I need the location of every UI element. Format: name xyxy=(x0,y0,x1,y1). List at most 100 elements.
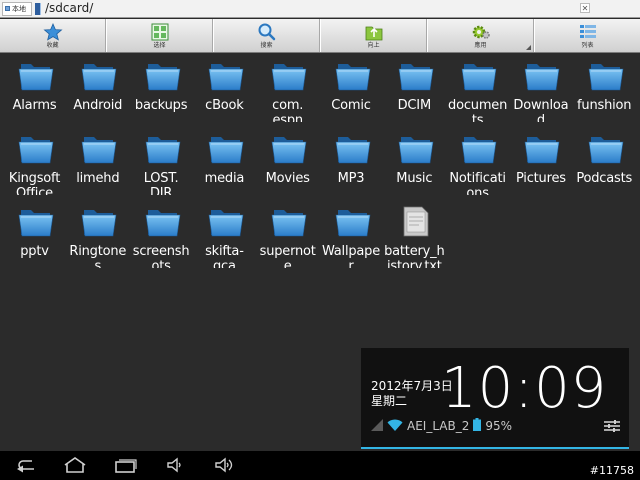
file-name: Wallpape r xyxy=(321,244,381,268)
file-name: DCIM xyxy=(397,98,432,113)
folder-icon xyxy=(525,64,560,91)
file-name: Android xyxy=(73,98,123,113)
folder-icon xyxy=(145,64,180,91)
folder-icon xyxy=(271,210,307,237)
folder-item[interactable]: cBook xyxy=(193,55,256,123)
list-view-button[interactable]: 列表 xyxy=(534,19,640,52)
file-name: Podcasts xyxy=(576,171,633,186)
folder-icon xyxy=(271,137,307,164)
folder-icon xyxy=(335,137,370,164)
volume-up-icon[interactable] xyxy=(214,456,236,474)
folder-icon xyxy=(588,64,624,91)
file-manager-screen: 本地 /sdcard/ ✕ 收藏 选择 搜索 向上 應用 列表 Alarms A… xyxy=(0,0,640,480)
folder-icon xyxy=(335,64,370,91)
file-name: media xyxy=(204,171,245,186)
folder-item[interactable]: funshion xyxy=(573,55,636,123)
folder-item[interactable]: backups xyxy=(130,55,193,123)
list-view-label: 列表 xyxy=(581,41,594,49)
favorites-button[interactable]: 收藏 xyxy=(0,19,106,52)
file-name: funshion xyxy=(577,98,632,113)
file-name: pptv xyxy=(20,244,49,259)
watermark-tag: #11758 xyxy=(589,464,634,477)
folder-item[interactable]: com. espn xyxy=(256,55,319,123)
folder-item[interactable]: LOST. DIR xyxy=(130,128,193,196)
address-bar: 本地 /sdcard/ ✕ xyxy=(0,0,640,18)
search-label: 搜索 xyxy=(260,41,273,49)
folder-item[interactable]: Comic xyxy=(320,55,383,123)
list-view-icon xyxy=(579,24,596,38)
system-navigation-bar: #11758 xyxy=(0,451,640,480)
folder-item[interactable]: pptv xyxy=(3,201,66,269)
file-name: backups xyxy=(134,98,188,113)
folder-item[interactable]: screensh ots xyxy=(130,201,193,269)
apps-gear-icon xyxy=(472,25,490,39)
file-name: Kingsoft Office xyxy=(8,171,61,195)
folder-icon xyxy=(208,210,244,237)
search-icon xyxy=(258,23,275,40)
folder-item[interactable]: Movies xyxy=(256,128,319,196)
file-name: com. espn xyxy=(272,98,304,122)
folder-icon xyxy=(208,64,244,91)
home-icon[interactable] xyxy=(62,456,88,474)
file-name: Movies xyxy=(265,171,310,186)
close-path-icon[interactable]: ✕ xyxy=(580,3,590,13)
file-name: skifta- gca xyxy=(205,244,244,268)
search-button[interactable]: 搜索 xyxy=(213,19,320,52)
favorites-label: 收藏 xyxy=(46,41,59,49)
folder-item[interactable]: media xyxy=(193,128,256,196)
path-text[interactable]: /sdcard/ xyxy=(45,1,93,15)
file-name: battery_h istory.txt xyxy=(384,244,445,268)
folder-item[interactable]: documen ts xyxy=(446,55,509,123)
status-row: AEI_LAB_2 95% xyxy=(371,418,516,434)
folder-item[interactable]: Alarms xyxy=(3,55,66,123)
file-name: Downloa d xyxy=(513,98,569,122)
wifi-name: AEI_LAB_2 xyxy=(407,419,470,433)
recent-apps-icon[interactable] xyxy=(114,456,138,474)
select-button[interactable]: 选择 xyxy=(106,19,213,52)
folder-item[interactable]: Pictures xyxy=(509,128,572,196)
file-name: documen ts xyxy=(448,98,508,122)
file-name: Comic xyxy=(331,98,371,113)
folder-item[interactable]: Podcasts xyxy=(573,128,636,196)
local-storage-button[interactable]: 本地 xyxy=(2,2,32,16)
up-button[interactable]: 向上 xyxy=(320,19,427,52)
wifi-icon xyxy=(387,419,403,434)
folder-item[interactable]: Ringtone s xyxy=(66,201,129,269)
folder-item[interactable]: limehd xyxy=(66,128,129,196)
file-name: cBook xyxy=(205,98,244,113)
folder-item[interactable]: supernot e xyxy=(256,201,319,269)
folder-icon xyxy=(145,137,180,164)
folder-icon xyxy=(398,137,434,164)
folder-item[interactable]: Music xyxy=(383,128,446,196)
file-name: MP3 xyxy=(337,171,365,186)
file-item[interactable]: battery_h istory.txt xyxy=(383,201,446,269)
folder-item[interactable]: DCIM xyxy=(383,55,446,123)
apps-button[interactable]: 應用 xyxy=(427,19,534,52)
folder-item[interactable]: MP3 xyxy=(320,128,383,196)
notification-panel[interactable]: 2012年7月3日 星期二 10:09 AEI_LAB_2 95% xyxy=(361,348,629,449)
file-name: Alarms xyxy=(12,98,57,113)
notification-accent-bar xyxy=(361,447,629,449)
folder-item[interactable]: Notificati ons xyxy=(446,128,509,196)
folder-item[interactable]: Android xyxy=(66,55,129,123)
storage-icon xyxy=(5,6,10,11)
folder-item[interactable]: Downloa d xyxy=(509,55,572,123)
volume-down-icon[interactable] xyxy=(166,456,184,474)
folder-up-icon xyxy=(365,26,382,40)
folder-icon xyxy=(208,137,244,164)
back-icon[interactable] xyxy=(14,456,38,474)
quick-settings-icon[interactable] xyxy=(603,418,621,434)
folder-icon xyxy=(461,64,497,91)
folder-icon xyxy=(271,64,307,91)
select-label: 选择 xyxy=(153,41,166,49)
folder-item[interactable]: Kingsoft Office xyxy=(3,128,66,196)
folder-icon xyxy=(525,137,560,164)
folder-item[interactable]: Wallpape r xyxy=(320,201,383,269)
folder-icon xyxy=(335,210,370,237)
path-separator-icon xyxy=(35,3,41,15)
folder-item[interactable]: skifta- gca xyxy=(193,201,256,269)
apps-label: 應用 xyxy=(474,41,487,49)
file-name: screensh ots xyxy=(132,244,190,268)
signal-icon xyxy=(371,418,383,434)
clock-time: 10:09 xyxy=(441,356,608,421)
